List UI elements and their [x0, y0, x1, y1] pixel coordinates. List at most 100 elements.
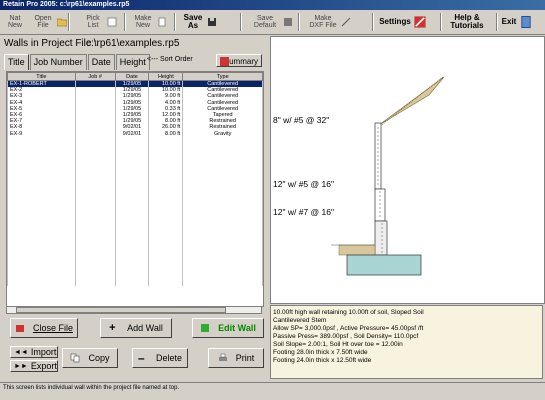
copy-icon — [71, 353, 80, 363]
minus-icon: – — [137, 351, 145, 365]
rebar-label-bottom: 12" w/ #7 @ 16" — [273, 207, 334, 217]
make-dxf-label: Make DXF File — [309, 15, 337, 29]
description-line: Soil Slope= 2.00:1, Soil Ht over toe = 1… — [273, 341, 403, 348]
import-label: Import — [30, 347, 57, 357]
plus-icon: + — [109, 322, 116, 334]
wall-drawing-panel: 8" w/ #5 @ 32" 12" w/ #5 @ 16" 12" w/ #7… — [270, 36, 545, 304]
make-new-button[interactable]: Make New — [130, 12, 167, 32]
open-file-button[interactable]: Open File — [30, 12, 67, 32]
copy-button[interactable]: Copy — [62, 348, 118, 368]
edit-wall-button[interactable]: Edit Wall — [192, 318, 264, 338]
import-arrow-icon: ◄◄ — [14, 348, 28, 356]
project-path-value: c:\rp61\examples.rp5 — [86, 38, 180, 49]
wall-list-panel: Title Job Number Date Height <--- Sort O… — [4, 52, 266, 314]
copy-label: Copy — [88, 353, 110, 363]
delete-button[interactable]: – Delete — [132, 348, 188, 368]
description-line: Passive Press= 389.00psf , Soil Density=… — [273, 333, 419, 340]
settings-icon — [414, 16, 426, 28]
close-file-button[interactable]: Close File — [10, 318, 78, 338]
col-type-header[interactable]: Type — [182, 72, 263, 81]
save-default-button[interactable]: Save Default — [248, 12, 293, 32]
cell-date: 1/29/05 — [114, 80, 150, 88]
help-tutorials-button[interactable]: Help & Tutorials — [446, 12, 488, 32]
backfill-slope — [378, 76, 445, 126]
pick-list-label: Pick List — [86, 15, 100, 29]
cell-type: Cantilevered — [182, 80, 263, 88]
exit-door-icon — [521, 15, 531, 29]
sort-order-label: <--- Sort Order — [147, 56, 193, 63]
save-as-label: Save As — [183, 13, 203, 30]
import-button[interactable]: ◄◄ Import — [10, 346, 58, 358]
print-button[interactable]: Print — [208, 348, 264, 368]
edit-wall-label: Edit Wall — [218, 323, 256, 333]
new-file-button[interactable]: Nat New — [2, 12, 28, 32]
col-date-header[interactable]: Date — [114, 72, 150, 81]
stem-lower — [374, 220, 388, 256]
dxf-icon — [341, 17, 351, 27]
status-text: This screen lists individual wall within… — [3, 385, 180, 391]
make-dxf-button[interactable]: Make DXF File — [306, 12, 351, 32]
add-wall-button[interactable]: + Add Wall — [100, 318, 172, 338]
cell-height: 10.00 ft — [148, 80, 184, 88]
delete-label: Delete — [155, 353, 182, 363]
description-line: Cantilevered Stem — [273, 317, 327, 324]
new-doc-icon — [158, 17, 166, 27]
summary-button[interactable]: Summary — [216, 54, 262, 67]
edit-wall-icon — [201, 324, 210, 332]
print-label: Print — [235, 353, 255, 363]
tab-height[interactable]: Height — [115, 54, 150, 70]
save-as-button[interactable]: Save As — [180, 12, 217, 32]
export-arrow-icon: ►► — [14, 362, 28, 370]
new-file-label: Nat New — [7, 15, 22, 29]
col-height-header[interactable]: Height — [148, 72, 184, 81]
close-file-label: Close File — [32, 323, 73, 333]
table-header-row: Title Job # Date Height Type — [7, 72, 263, 81]
folder-icon — [57, 18, 67, 27]
settings-label: Settings — [379, 17, 411, 26]
footing — [346, 254, 422, 276]
save-default-label: Save Default — [253, 15, 277, 29]
toolbar: Nat New Open File Pick List Make New Sav… — [0, 10, 545, 35]
list-icon — [107, 17, 117, 27]
project-path-label: Walls in Project File : — [4, 38, 97, 49]
export-button[interactable]: ►► Export — [10, 360, 58, 372]
tab-title[interactable]: Title — [4, 54, 29, 70]
floppy-icon — [208, 18, 216, 26]
table-row[interactable]: EX-1-ROBERT 1/29/05 10.00 ft Cantilevered — [7, 80, 263, 88]
open-file-label: Open File — [34, 15, 52, 29]
exit-label: Exit — [501, 17, 517, 26]
description-line: 10.00ft high wall retaining 10.00ft of s… — [273, 309, 424, 316]
wall-table: Title Job # Date Height Type EX-1-ROBERT… — [6, 71, 264, 307]
settings-button[interactable]: Settings — [378, 12, 427, 32]
floppy-default-icon — [284, 18, 292, 26]
cell-job — [74, 80, 116, 88]
tab-date[interactable]: Date — [87, 54, 115, 70]
col-job-header[interactable]: Job # — [74, 72, 116, 81]
close-file-icon — [15, 325, 24, 332]
sort-tabs: Title Job Number Date Height — [4, 54, 151, 70]
pick-list-button[interactable]: Pick List — [80, 12, 117, 32]
wall-section-drawing: 8" w/ #5 @ 32" 12" w/ #5 @ 16" 12" w/ #7… — [273, 76, 445, 276]
help-tutorials-label: Help & Tutorials — [450, 13, 484, 30]
add-wall-label: Add Wall — [127, 323, 163, 333]
status-bar: This screen lists individual wall within… — [0, 382, 545, 392]
export-label: Export — [30, 361, 57, 371]
col-title-header[interactable]: Title — [7, 72, 76, 81]
cell-title: EX-1-ROBERT — [7, 80, 76, 88]
scrollbar-thumb[interactable] — [16, 307, 226, 313]
rebar-label-top: 8" w/ #5 @ 32" — [273, 115, 329, 125]
wall-description: 10.00ft high wall retaining 10.00ft of s… — [270, 305, 543, 379]
make-new-label: Make New — [134, 15, 152, 29]
rebar-label-middle: 12" w/ #5 @ 16" — [273, 179, 334, 189]
description-line: Footing 28.0in thick x 7.50ft wide — [273, 349, 368, 356]
summary-icon — [220, 57, 229, 66]
printer-icon — [218, 353, 227, 361]
window-title: Retain Pro 2005: c:\rp61\examples.rp5 — [3, 1, 130, 8]
window-title-bar: Retain Pro 2005: c:\rp61\examples.rp5 — [0, 0, 545, 10]
toe-soil — [338, 244, 376, 256]
exit-button[interactable]: Exit — [500, 12, 533, 32]
description-line: Footing 24.0in thick x 12.50ft wide — [273, 357, 372, 364]
horizontal-scrollbar[interactable] — [6, 306, 262, 314]
description-line: Allow SP= 3,000.0psf , Active Pressure= … — [273, 325, 424, 332]
tab-job-number[interactable]: Job Number — [29, 54, 87, 70]
